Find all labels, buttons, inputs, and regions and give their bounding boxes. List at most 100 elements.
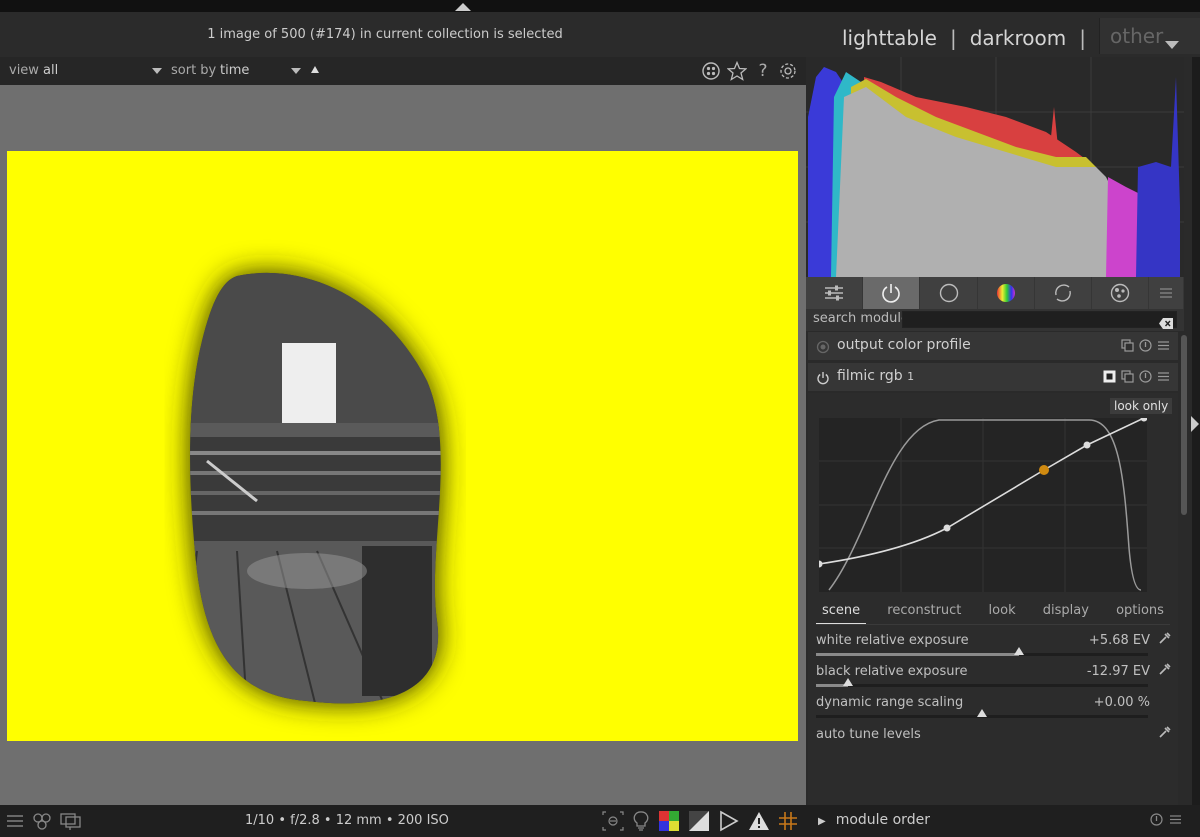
auto-tune-levels-row[interactable]: auto tune levels	[816, 726, 1171, 751]
power-icon[interactable]	[816, 370, 830, 389]
correct-modules-icon[interactable]	[1035, 277, 1093, 309]
bottom-left-icons	[6, 811, 82, 831]
gear-icon[interactable]	[777, 60, 799, 82]
slider-knob[interactable]	[977, 709, 987, 717]
overlay-icon[interactable]	[700, 60, 722, 82]
effect-modules-icon[interactable]	[1092, 277, 1150, 309]
reset-icon[interactable]	[1139, 339, 1152, 352]
view-lighttable[interactable]: lighttable	[842, 26, 937, 50]
module-title: filmic rgb 1	[837, 368, 914, 384]
reset-icon[interactable]	[1150, 813, 1163, 826]
white-relative-exposure-slider[interactable]: white relative exposure +5.68 EV	[816, 632, 1171, 657]
color-picker-icon[interactable]	[1158, 725, 1172, 743]
chevron-down-icon[interactable]	[152, 68, 162, 74]
slider-knob[interactable]	[1013, 647, 1024, 655]
search-module-label: search module	[813, 311, 910, 326]
tab-look[interactable]: look	[983, 603, 1022, 625]
exif-info: 1/10 • f/2.8 • 12 mm • 200 ISO	[245, 813, 449, 828]
module-header-icons	[1121, 339, 1170, 352]
expand-arrow-icon[interactable]: ▶	[818, 816, 826, 827]
black-relative-exposure-slider[interactable]: black relative exposure -12.97 EV	[816, 663, 1171, 688]
slider-knob[interactable]	[842, 678, 853, 686]
slider-fill	[816, 653, 1019, 656]
bottom-tool-icons	[602, 810, 798, 832]
gamut-check-icon[interactable]	[688, 810, 710, 832]
module-order-text: module order	[835, 812, 930, 828]
module-output-color-profile[interactable]: output color profile	[808, 332, 1178, 361]
star-icon[interactable]	[726, 60, 748, 82]
slider-track[interactable]	[816, 678, 1148, 687]
second-window-icon[interactable]	[60, 811, 82, 831]
chevron-down-icon[interactable]	[291, 68, 301, 74]
tab-reconstruct[interactable]: reconstruct	[881, 603, 967, 625]
menu-icon[interactable]	[6, 811, 24, 831]
selection-status: 1 image of 500 (#174) in current collect…	[207, 27, 563, 42]
bottom-right-icons	[1150, 813, 1182, 826]
look-only-badge[interactable]: look only	[1110, 398, 1173, 414]
slider-track[interactable]	[816, 647, 1148, 656]
slider-value: +0.00 %	[1093, 695, 1150, 710]
collapse-right-arrow-icon[interactable]	[1191, 416, 1199, 432]
multi-instance-icon[interactable]	[1121, 339, 1134, 352]
bottom-bar: 1/10 • f/2.8 • 12 mm • 200 ISO ▶ module o…	[0, 805, 1200, 837]
active-modules-icon[interactable]	[863, 277, 921, 309]
menu-icon[interactable]	[1149, 277, 1185, 309]
tab-display[interactable]: display	[1037, 603, 1095, 625]
bulb-icon[interactable]	[632, 810, 650, 832]
color-picker-icon[interactable]	[1158, 662, 1172, 680]
right-panel-scrollbar[interactable]	[1181, 335, 1187, 515]
presets-menu-icon[interactable]	[1157, 370, 1170, 383]
right-panel: search module output color profile filmi…	[806, 57, 1192, 805]
slider-label: white relative exposure	[816, 633, 969, 648]
base-modules-icon[interactable]	[920, 277, 978, 309]
mask-icon[interactable]	[1103, 370, 1116, 383]
dynamic-range-scaling-slider[interactable]: dynamic range scaling +0.00 %	[816, 695, 1160, 719]
slider-value: -12.97 EV	[1086, 664, 1150, 679]
collapse-top-arrow-icon[interactable]	[455, 3, 471, 11]
top-panel-toggle-bar[interactable]	[0, 0, 1200, 12]
slider-value: +5.68 EV	[1088, 633, 1150, 648]
filter-bar: view all sort by time ?	[0, 57, 806, 85]
view-filter-select[interactable]: all	[43, 63, 58, 78]
reset-icon[interactable]	[1139, 370, 1152, 383]
styles-icon[interactable]	[32, 811, 52, 831]
view-separator: |	[949, 26, 957, 50]
slider-label: dynamic range scaling	[816, 695, 964, 710]
auto-tune-label: auto tune levels	[816, 727, 921, 742]
focus-peaking-icon[interactable]	[602, 811, 624, 831]
tab-scene[interactable]: scene	[816, 603, 867, 625]
clear-search-icon[interactable]	[1159, 314, 1173, 333]
presets-menu-icon[interactable]	[1157, 339, 1170, 352]
histogram-graph	[806, 57, 1184, 277]
tab-options[interactable]: options	[1110, 603, 1170, 625]
slider-track[interactable]	[816, 709, 1148, 718]
module-group-tabs	[806, 277, 1185, 309]
sort-direction-icon[interactable]	[311, 66, 319, 73]
header-bar: 1 image of 500 (#174) in current collect…	[0, 12, 1200, 57]
module-disabled-icon[interactable]	[816, 339, 830, 358]
histogram[interactable]	[806, 57, 1184, 277]
color-picker-icon[interactable]	[1158, 631, 1172, 649]
quick-access-icon[interactable]	[806, 277, 864, 309]
color-modules-icon[interactable]	[978, 277, 1035, 309]
image-canvas[interactable]	[0, 85, 806, 805]
filmic-curve-graph[interactable]	[815, 414, 1148, 592]
sort-select[interactable]: time	[220, 63, 249, 78]
masked-photo-illustration	[7, 151, 798, 741]
search-module-input[interactable]	[902, 311, 1177, 329]
view-darkroom[interactable]: darkroom	[970, 26, 1067, 50]
softproof-icon[interactable]	[658, 810, 680, 832]
module-order-label[interactable]: ▶ module order	[818, 812, 930, 828]
presets-menu-icon[interactable]	[1169, 813, 1182, 826]
grid-icon[interactable]	[778, 811, 798, 831]
chevron-down-icon[interactable]	[1165, 41, 1179, 49]
guides-icon[interactable]	[718, 810, 740, 832]
warning-icon[interactable]	[748, 810, 770, 832]
view-other-dropdown[interactable]: other	[1098, 18, 1200, 54]
module-filmic-rgb[interactable]: filmic rgb 1	[808, 363, 1178, 392]
tabs-divider	[816, 624, 1170, 625]
view-filter-label: view	[9, 63, 39, 78]
instance-number: 1	[907, 370, 915, 383]
multi-instance-icon[interactable]	[1121, 370, 1134, 383]
help-icon[interactable]: ?	[752, 60, 774, 82]
